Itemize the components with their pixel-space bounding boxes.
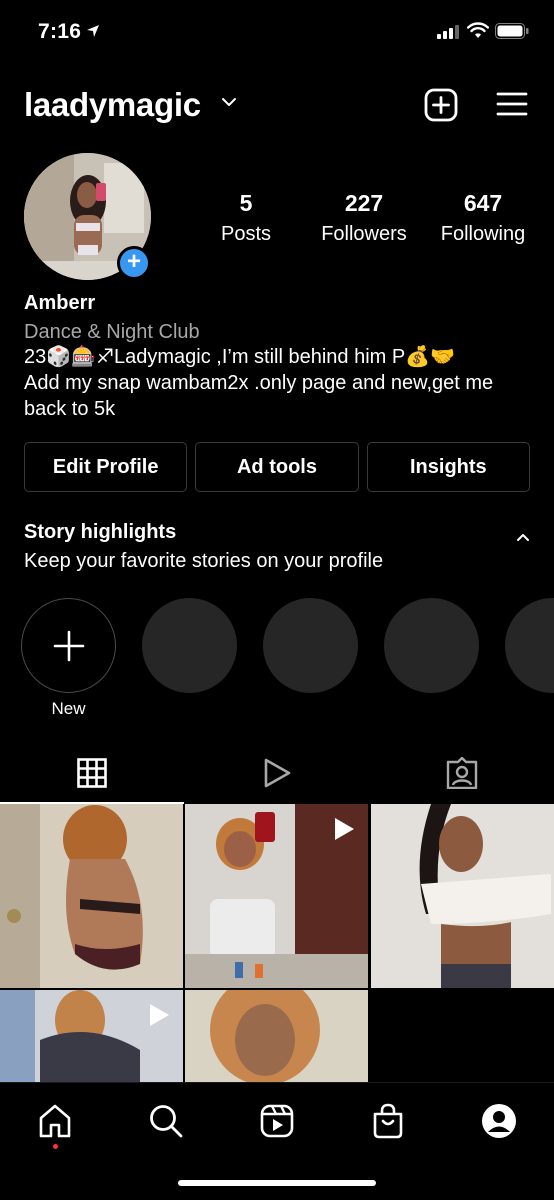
posts-grid (0, 804, 554, 1174)
post-thumbnail (0, 804, 183, 988)
reel-indicator-icon (150, 1004, 169, 1026)
stat-following[interactable]: 647 Following (423, 190, 543, 246)
grid-icon (77, 758, 107, 788)
profile-name: Amberr (24, 292, 96, 314)
highlight-placeholder (384, 598, 479, 693)
notification-dot (53, 1144, 58, 1149)
ad-tools-button[interactable]: Ad tools (195, 442, 359, 492)
nav-home[interactable] (35, 1101, 75, 1141)
profile-bio: Amberr Dance & Night Club 23🎲🎰♐Ladymagic… (24, 292, 534, 422)
new-highlight-label: New (51, 699, 86, 718)
insights-button[interactable]: Insights (366, 442, 530, 492)
menu-icon[interactable] (496, 90, 528, 118)
search-icon (150, 1105, 183, 1138)
stat-posts[interactable]: 5 Posts (186, 190, 306, 246)
stat-following-label: Following (440, 223, 526, 245)
profile-category: Dance & Night Club (24, 321, 200, 343)
story-highlights-title: Story highlights (24, 521, 177, 543)
edit-profile-button[interactable]: Edit Profile (24, 442, 188, 492)
status-bar: 7:16 (0, 0, 554, 66)
status-time: 7:16 (38, 20, 82, 43)
home-icon (39, 1104, 71, 1138)
stat-followers-count: 227 (344, 190, 384, 216)
profile-tabs (0, 742, 554, 804)
nav-search[interactable] (146, 1101, 186, 1141)
home-indicator (178, 1180, 376, 1186)
grid-post[interactable] (185, 804, 368, 988)
account-username[interactable]: laadymagic (24, 86, 201, 124)
highlight-placeholder (142, 598, 237, 693)
profile-icon (482, 1104, 516, 1138)
tab-reels[interactable] (185, 742, 369, 804)
stat-following-count: 647 (463, 190, 503, 216)
highlight-placeholder (263, 598, 358, 693)
nav-shop[interactable] (368, 1101, 408, 1141)
location-arrow-icon (87, 25, 99, 37)
tab-tagged[interactable] (370, 742, 554, 804)
bio-line: 23🎲🎰♐Ladymagic ,I’m still behind him P💰🤝 (24, 346, 456, 368)
battery-icon (495, 23, 529, 39)
tagged-icon (446, 757, 478, 789)
cellular-signal-icon (437, 25, 459, 39)
post-thumbnail (371, 804, 554, 988)
reel-indicator-icon (335, 818, 354, 840)
add-story-button[interactable]: + (117, 246, 151, 280)
new-post-icon[interactable] (424, 88, 458, 122)
grid-post[interactable] (371, 804, 554, 988)
story-highlights-row: New (20, 598, 554, 728)
tab-posts-grid[interactable] (0, 742, 184, 804)
story-highlights-subtitle: Keep your favorite stories on your profi… (24, 550, 384, 572)
stat-posts-count: 5 (239, 190, 253, 216)
profile-action-buttons: Edit Profile Ad tools Insights (24, 442, 530, 492)
bio-line: Add my snap wambam2x .only page and new,… (24, 372, 494, 394)
nav-profile[interactable] (479, 1101, 519, 1141)
story-highlights-header: Story highlights Keep your favorite stor… (24, 521, 534, 573)
plus-icon: + (126, 248, 142, 276)
stat-followers-label: Followers (321, 223, 407, 245)
wifi-icon (467, 22, 489, 38)
chevron-down-icon[interactable] (220, 96, 238, 108)
profile-avatar-wrap: + (24, 153, 151, 280)
new-highlight-button[interactable] (21, 598, 116, 693)
reels-play-icon (264, 758, 291, 788)
stat-followers[interactable]: 227 Followers (304, 190, 424, 246)
shop-icon (373, 1103, 403, 1139)
reels-icon (260, 1104, 294, 1138)
chevron-up-icon[interactable] (515, 532, 531, 543)
grid-post[interactable] (0, 804, 183, 988)
highlight-placeholder (505, 598, 554, 693)
plus-icon (53, 630, 85, 662)
stat-posts-label: Posts (220, 223, 272, 245)
nav-reels[interactable] (257, 1101, 297, 1141)
profile-header: laadymagic (0, 80, 554, 130)
bio-line: back to 5k (24, 398, 116, 420)
